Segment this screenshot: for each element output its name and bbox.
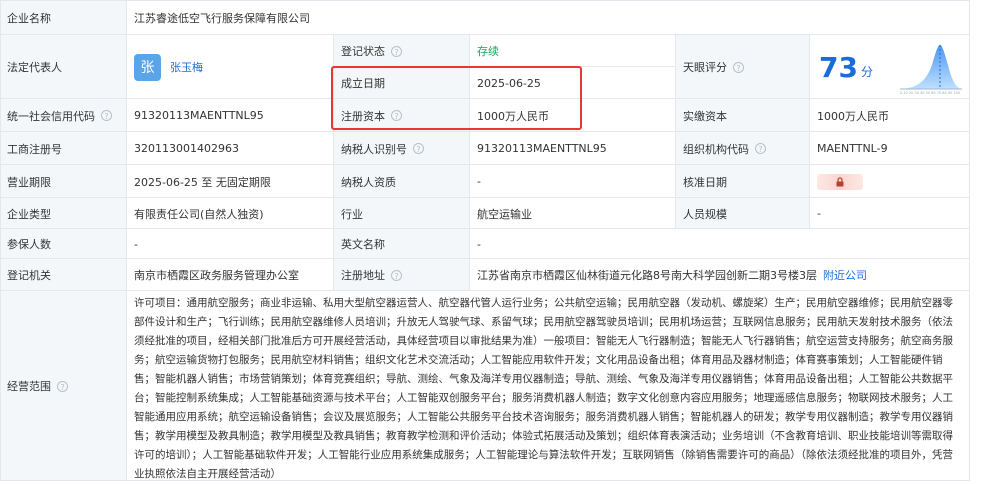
type-value: 有限责任公司(自然人独资) (127, 198, 334, 229)
company-info-table: 企业名称 江苏睿途低空飞行服务保障有限公司 法定代表人 张 张玉梅 天眼评分 ?… (0, 0, 970, 481)
scope-label-text: 经营范围 (7, 380, 51, 393)
industry-label: 行业 (334, 198, 470, 229)
legal-rep-avatar[interactable]: 张 (134, 53, 161, 81)
help-circle-icon[interactable]: ? (391, 45, 402, 57)
reg-capital-value: 1000万人民币 (470, 99, 676, 132)
locked-value[interactable] (817, 173, 863, 190)
legal-rep-cell: 张 张玉梅 (127, 35, 334, 99)
approval-date-cell (810, 165, 970, 198)
status-label: 登记状态 ? (334, 35, 470, 67)
help-circle-icon[interactable]: ? (755, 143, 766, 154)
paid-capital-value: 1000万人民币 (810, 99, 970, 132)
credit-code-label-text: 统一社会信用代码 (7, 109, 95, 123)
score-label: 天眼评分 ? (676, 35, 810, 99)
reg-no-label: 工商注册号 (0, 132, 127, 165)
taxpayer-id-value: 91320113MAENTTNL95 (470, 132, 676, 165)
row-reg-no: 工商注册号 320113001402963 纳税人识别号 ? 91320113M… (0, 131, 970, 165)
help-circle-icon[interactable]: ? (391, 110, 402, 121)
credit-code-value: 91320113MAENTTNL95 (127, 99, 334, 132)
help-circle-icon[interactable]: ? (57, 380, 68, 392)
insured-label: 参保人数 (0, 229, 127, 259)
paid-capital-label: 实缴资本 (676, 99, 810, 132)
status-value: 存续 (477, 45, 499, 58)
help-circle-icon[interactable]: ? (733, 61, 744, 73)
row-established: 成立日期 2025-06-25 (334, 66, 676, 99)
score-label-text: 天眼评分 (683, 61, 727, 74)
status-value-cell: 存续 (470, 35, 676, 67)
english-name-value: - (470, 229, 970, 259)
insured-value: - (127, 229, 334, 259)
row-insured: 参保人数 - 英文名称 - (0, 228, 970, 259)
approval-date-label: 核准日期 (676, 165, 810, 198)
row-term: 营业期限 2025-06-25 至 无固定期限 纳税人资质 - 核准日期 (0, 164, 970, 198)
reg-capital-label: 注册资本 ? (334, 99, 470, 132)
scope-label: 经营范围 ? (0, 291, 127, 481)
table-bottom-border (0, 480, 970, 481)
row-company-name: 企业名称 江苏睿途低空飞行服务保障有限公司 (0, 0, 970, 35)
staff-size-value: - (810, 198, 970, 229)
score-distribution-chart-icon: 0 10 20 30 40 50 60 70 80 90 100 (900, 45, 962, 95)
address-value: 江苏省南京市栖霞区仙林街道元化路8号南大科学园创新二期3号楼3层 (477, 269, 817, 282)
help-circle-icon[interactable]: ? (413, 143, 424, 154)
company-name-label: 企业名称 (0, 1, 127, 35)
industry-value: 航空运输业 (470, 198, 676, 229)
table-right-border (969, 0, 970, 481)
lock-icon (836, 176, 844, 186)
score-cell: 天眼评分 ? 73 分 0 10 20 30 40 50 60 70 80 90… (676, 35, 970, 99)
taxpayer-qual-value: - (470, 165, 676, 198)
svg-text:0 10 20 30 40 50 60 70 80 90 1: 0 10 20 30 40 50 60 70 80 90 100 (900, 91, 960, 95)
taxpayer-qual-label: 纳税人资质 (334, 165, 470, 198)
status-label-text: 登记状态 (341, 45, 385, 58)
legal-rep-label: 法定代表人 (0, 35, 127, 99)
score-unit: 分 (860, 65, 873, 79)
table-left-border (0, 0, 1, 481)
credit-code-label: 统一社会信用代码 ? (0, 99, 127, 132)
nearby-companies-link[interactable]: 附近公司 (823, 267, 867, 283)
authority-value: 南京市栖霞区政务服务管理办公室 (127, 259, 334, 291)
legal-rep-link[interactable]: 张玉梅 (170, 59, 203, 75)
reg-capital-label-text: 注册资本 (341, 109, 385, 123)
established-value: 2025-06-25 (470, 67, 676, 99)
established-label: 成立日期 (334, 67, 470, 99)
score-value: 73 (819, 51, 858, 84)
help-circle-icon[interactable]: ? (391, 269, 402, 281)
org-code-value: MAENTTNL-9 (810, 132, 970, 165)
authority-label: 登记机关 (0, 259, 127, 291)
score-display[interactable]: 73 分 (819, 51, 873, 84)
address-label: 注册地址 ? (334, 259, 470, 291)
row-scope: 经营范围 ? 许可项目：通用航空服务；商业非运输、私用大型航空器运营人、航空器代… (0, 290, 970, 481)
type-label: 企业类型 (0, 198, 127, 229)
row-status: 登记状态 ? 存续 (334, 34, 676, 67)
staff-size-label: 人员规模 (676, 198, 810, 229)
term-label: 营业期限 (0, 165, 127, 198)
row-type: 企业类型 有限责任公司(自然人独资) 行业 航空运输业 人员规模 - (0, 197, 970, 229)
taxpayer-id-label-text: 纳税人识别号 (341, 142, 407, 156)
taxpayer-id-label: 纳税人识别号 ? (334, 132, 470, 165)
org-code-label-text: 组织机构代码 (683, 142, 749, 156)
company-name-value: 江苏睿途低空飞行服务保障有限公司 (127, 1, 970, 35)
help-circle-icon[interactable]: ? (101, 110, 112, 121)
row-credit-code: 统一社会信用代码 ? 91320113MAENTTNL95 注册资本 ? 100… (0, 98, 970, 132)
org-code-label: 组织机构代码 ? (676, 132, 810, 165)
term-value: 2025-06-25 至 无固定期限 (127, 165, 334, 198)
reg-no-value: 320113001402963 (127, 132, 334, 165)
address-cell: 江苏省南京市栖霞区仙林街道元化路8号南大科学园创新二期3号楼3层 附近公司 (470, 259, 970, 291)
row-authority: 登记机关 南京市栖霞区政务服务管理办公室 注册地址 ? 江苏省南京市栖霞区仙林街… (0, 258, 970, 291)
address-label-text: 注册地址 (341, 269, 385, 282)
english-name-label: 英文名称 (334, 229, 470, 259)
scope-value: 许可项目：通用航空服务；商业非运输、私用大型航空器运营人、航空器代管人运行业务；… (127, 291, 970, 481)
